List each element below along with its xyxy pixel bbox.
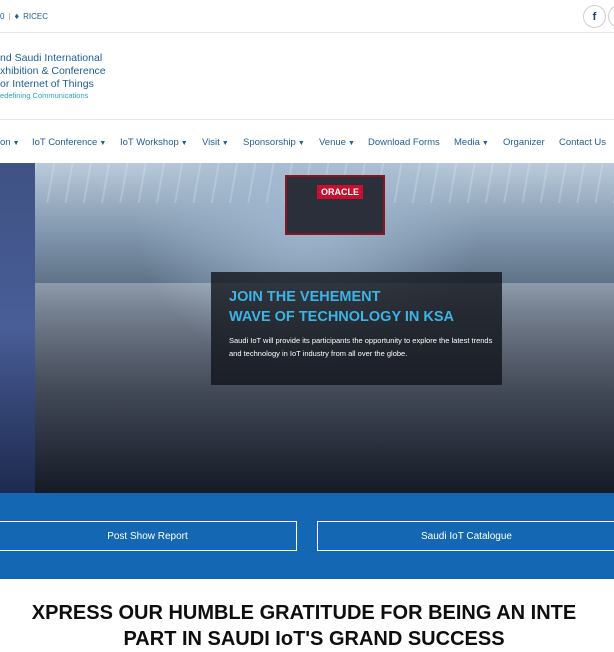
- event-logo[interactable]: nd Saudi International xhibition & Confe…: [0, 52, 140, 101]
- facebook-icon[interactable]: f: [583, 5, 606, 28]
- gratitude-headline: XPRESS OUR HUMBLE GRATITUDE FOR BEING AN…: [0, 600, 614, 652]
- logo-line-3: or Internet of Things: [0, 78, 94, 90]
- nav-item-organizer[interactable]: Organizer: [503, 137, 545, 148]
- hero-description: Saudi IoT will provide its participants …: [229, 336, 493, 358]
- nav-item-iot-conference[interactable]: IoT Conference ▼: [32, 137, 106, 148]
- hero-side-panel: [0, 163, 35, 493]
- hero-caption-box: JOIN THE VEHEMENT WAVE OF TECHNOLOGY IN …: [211, 272, 502, 385]
- nav-item-visit[interactable]: Visit ▼: [202, 137, 229, 148]
- saudi-iot-catalogue-button[interactable]: Saudi IoT Catalogue: [317, 521, 614, 551]
- nav-label: Organizer: [503, 137, 545, 148]
- caret-down-icon: ▼: [180, 140, 188, 147]
- nav-label: on: [0, 137, 11, 148]
- nav-item-sponsorship[interactable]: Sponsorship ▼: [243, 137, 305, 148]
- nav-label: Sponsorship: [243, 137, 296, 148]
- oracle-booth: ORACLE: [285, 175, 385, 235]
- location-pin-icon: ♦: [14, 11, 20, 21]
- nav-label: Download Forms: [368, 137, 440, 148]
- nav-item-venue[interactable]: Venue ▼: [319, 137, 355, 148]
- logo-tagline: edefining Communications: [0, 91, 89, 100]
- headline-line-2: PART IN SAUDI IoT'S GRAND SUCCESS: [123, 628, 505, 650]
- social-icon[interactable]: [608, 5, 614, 28]
- hero-title: JOIN THE VEHEMENT WAVE OF TECHNOLOGY IN …: [229, 287, 454, 327]
- caret-down-icon: ▼: [12, 140, 20, 147]
- logo-line-1: nd Saudi International: [0, 52, 103, 64]
- nav-label: IoT Workshop: [120, 137, 179, 148]
- main-nav: on ▼ IoT Conference ▼ IoT Workshop ▼ Visit ▼…: [0, 119, 614, 163]
- hero-title-line-1: JOIN THE VEHEMENT: [229, 289, 381, 305]
- hero-title-line-2: WAVE OF TECHNOLOGY IN KSA: [229, 309, 455, 325]
- top-bar: 0 | ♦ RICEC f: [0, 0, 614, 33]
- nav-label: IoT Conference: [32, 137, 98, 148]
- post-show-report-button[interactable]: Post Show Report: [0, 521, 297, 551]
- headline-line-1: XPRESS OUR HUMBLE GRATITUDE FOR BEING AN…: [31, 602, 577, 624]
- location-label[interactable]: RICEC: [23, 12, 48, 21]
- contact-prefix: 0: [0, 11, 5, 21]
- nav-item-exhibition[interactable]: on ▼: [0, 137, 20, 148]
- caret-down-icon: ▼: [221, 140, 229, 147]
- logo-line-2: xhibition & Conference: [0, 65, 106, 77]
- booth-sign: ORACLE: [317, 185, 363, 199]
- caret-down-icon: ▼: [347, 140, 355, 147]
- nav-item-download-forms[interactable]: Download Forms: [368, 137, 440, 148]
- nav-item-iot-workshop[interactable]: IoT Workshop ▼: [120, 137, 188, 148]
- facebook-glyph: f: [592, 10, 597, 23]
- divider: |: [8, 11, 11, 21]
- cta-band: Post Show Report Saudi IoT Catalogue: [0, 493, 614, 579]
- nav-label: Contact Us: [559, 137, 606, 148]
- nav-item-contact-us[interactable]: Contact Us: [559, 137, 606, 148]
- nav-label: Visit: [202, 137, 220, 148]
- nav-label: Media: [454, 137, 480, 148]
- contact-info: 0 | ♦ RICEC: [0, 11, 48, 21]
- caret-down-icon: ▼: [297, 140, 305, 147]
- caret-down-icon: ▼: [99, 140, 107, 147]
- nav-item-media[interactable]: Media ▼: [454, 137, 489, 148]
- nav-label: Venue: [319, 137, 346, 148]
- caret-down-icon: ▼: [481, 140, 489, 147]
